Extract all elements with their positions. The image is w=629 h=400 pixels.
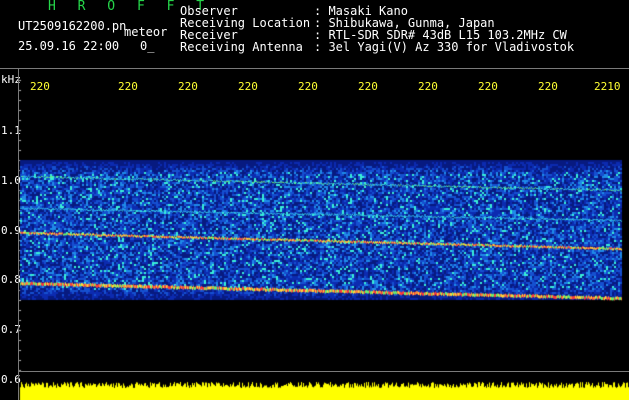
date-time: 25.09.16 22:00 — [18, 39, 120, 53]
time-label: 220 — [538, 80, 558, 93]
event-type: meteor — [124, 25, 168, 39]
left-axis-line — [18, 68, 19, 400]
header-divider — [0, 68, 629, 69]
time-label: 220 — [298, 80, 318, 93]
time-label: 220 — [478, 80, 498, 93]
time-label: 220 — [418, 80, 438, 93]
file-name: UT2509162200.pn — [18, 19, 127, 33]
level-divider — [18, 371, 629, 372]
info-label-antenna: Receiving Antenna — [180, 40, 303, 54]
time-label: 220 — [238, 80, 258, 93]
counter: 0_ — [140, 39, 155, 53]
time-label: 220 — [118, 80, 138, 93]
time-label: 220 — [178, 80, 198, 93]
spectrogram-canvas — [0, 0, 629, 400]
time-label: 220 — [358, 80, 378, 93]
time-label: 220 — [30, 80, 50, 93]
time-label: 2210 — [594, 80, 621, 93]
info-value-antenna: : 3el Yagi(V) Az 330 for Vladivostok — [314, 40, 575, 54]
